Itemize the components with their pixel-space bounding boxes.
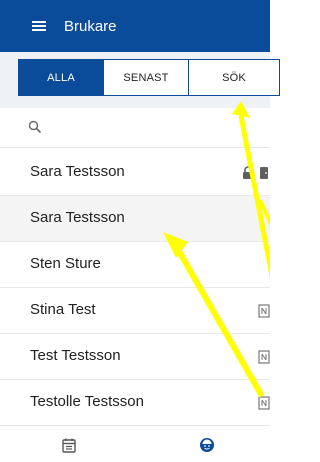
hamburger-menu-icon[interactable] <box>24 11 54 41</box>
list-item[interactable]: Sara Testsson <box>0 150 270 196</box>
person-name: Sara Testsson <box>30 209 125 226</box>
person-name: Sten Sture <box>30 255 101 272</box>
tab-sok[interactable]: SÖK <box>189 60 279 95</box>
list-item[interactable]: Sten Sture <box>0 242 270 288</box>
item-status-icons <box>258 394 270 412</box>
person-name: Sara Testsson <box>30 163 125 180</box>
tab-bar-container: ALLA SENAST SÖK <box>0 52 280 108</box>
item-status-icons <box>242 164 270 182</box>
person-list: Sara Testsson Sara Testsson Sten Sture S… <box>0 150 270 426</box>
list-item[interactable]: Test Testsson <box>0 334 270 380</box>
bottom-navigation <box>0 428 270 462</box>
item-status-icons <box>258 302 270 320</box>
nfc-tag-icon <box>258 350 270 364</box>
list-item[interactable]: Testolle Testsson <box>0 380 270 426</box>
tab-senast[interactable]: SENAST <box>104 60 189 95</box>
search-icon <box>28 120 42 134</box>
user-face-icon[interactable] <box>199 437 215 453</box>
nfc-tag-icon <box>258 304 270 318</box>
page-title: Brukare <box>64 17 117 35</box>
person-name: Test Testsson <box>30 347 121 364</box>
search-bar <box>0 108 270 148</box>
list-item[interactable]: Sara Testsson <box>0 196 270 242</box>
person-name: Stina Test <box>30 301 96 318</box>
calendar-icon[interactable] <box>61 437 77 453</box>
search-input[interactable] <box>44 116 254 140</box>
door-icon <box>260 167 268 179</box>
tab-alla[interactable]: ALLA <box>19 60 104 95</box>
list-item[interactable]: Stina Test <box>0 288 270 334</box>
person-name: Testolle Testsson <box>30 393 144 410</box>
lock-icon <box>243 166 253 179</box>
item-status-icons <box>258 348 270 366</box>
tab-bar: ALLA SENAST SÖK <box>18 59 280 96</box>
app-bar: Brukare <box>0 0 270 52</box>
nfc-tag-icon <box>258 396 270 410</box>
